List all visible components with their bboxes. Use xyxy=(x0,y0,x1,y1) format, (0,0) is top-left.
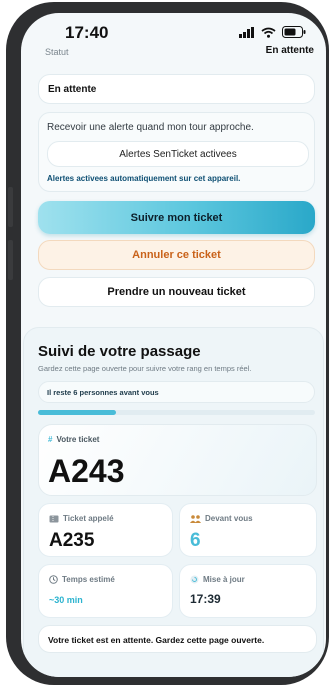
footer-text: Votre ticket est en attente. Gardez cett… xyxy=(48,635,265,645)
called-label-row: Ticket appelé xyxy=(49,514,114,523)
updated-label-row: Mise à jour xyxy=(190,575,245,584)
updated-label: Mise à jour xyxy=(203,575,245,584)
wifi-icon xyxy=(261,27,276,38)
remaining-pill: Il reste 6 personnes avant vous xyxy=(38,381,315,403)
refresh-icon xyxy=(190,575,199,584)
alert-confirmation: Alertes activees automatiquement sur cet… xyxy=(47,174,241,183)
ahead-label: Devant vous xyxy=(205,514,253,523)
status-box: En attente xyxy=(38,74,315,104)
status-value: En attente xyxy=(265,45,314,56)
ahead-tile: Devant vous 6 xyxy=(179,503,317,557)
hash-icon: # xyxy=(48,435,53,444)
people-icon xyxy=(190,514,201,523)
ticket-card: # Votre ticket A243 xyxy=(38,424,317,496)
updated-value: 17:39 xyxy=(190,592,221,606)
status-box-text: En attente xyxy=(48,84,97,95)
tracking-subtitle: Gardez cette page ouverte pour suivre vo… xyxy=(38,364,252,373)
follow-ticket-button[interactable]: Suivre mon ticket xyxy=(38,201,315,234)
alerts-button[interactable]: Alertes SenTicket activees xyxy=(47,141,309,167)
ahead-label-row: Devant vous xyxy=(190,514,253,523)
phone-frame: 17:40 Statut En attente En attente Recev… xyxy=(6,2,329,685)
status-bar: 17:40 xyxy=(21,13,326,47)
estimate-label: Temps estimé xyxy=(62,575,115,584)
battery-icon xyxy=(282,26,306,38)
ticket-number: A243 xyxy=(48,453,125,489)
estimate-value: ~30 min xyxy=(49,595,83,605)
updated-tile: Mise à jour 17:39 xyxy=(179,564,317,618)
clock-icon xyxy=(49,575,58,584)
ticket-icon xyxy=(49,515,59,522)
progress-fill xyxy=(38,410,116,415)
cancel-ticket-button[interactable]: Annuler ce ticket xyxy=(38,240,315,270)
footer-note: Votre ticket est en attente. Gardez cett… xyxy=(38,625,317,653)
estimate-label-row: Temps estimé xyxy=(49,575,115,584)
screen: 17:40 Statut En attente En attente Recev… xyxy=(21,13,326,677)
new-ticket-button[interactable]: Prendre un nouveau ticket xyxy=(38,277,315,307)
clock: 17:40 xyxy=(65,23,109,42)
remaining-text: Il reste 6 personnes avant vous xyxy=(47,388,159,397)
called-label: Ticket appelé xyxy=(63,514,114,523)
ahead-value: 6 xyxy=(190,530,201,551)
volume-up-button xyxy=(8,187,13,227)
signal-icon xyxy=(239,26,254,38)
volume-down-button xyxy=(8,240,13,280)
called-tile: Ticket appelé A235 xyxy=(38,503,173,557)
ticket-label: Votre ticket xyxy=(56,435,100,444)
alert-prompt: Recevoir une alerte quand mon tour appro… xyxy=(47,122,254,133)
called-value: A235 xyxy=(49,530,95,551)
status-icons xyxy=(239,26,306,38)
estimate-tile: Temps estimé ~30 min xyxy=(38,564,173,618)
alert-section: Recevoir une alerte quand mon tour appro… xyxy=(38,112,315,192)
tracking-title: Suivi de votre passage xyxy=(38,343,201,360)
status-label: Statut xyxy=(45,47,69,57)
progress-track xyxy=(38,410,315,415)
ticket-label-row: # Votre ticket xyxy=(48,435,99,444)
